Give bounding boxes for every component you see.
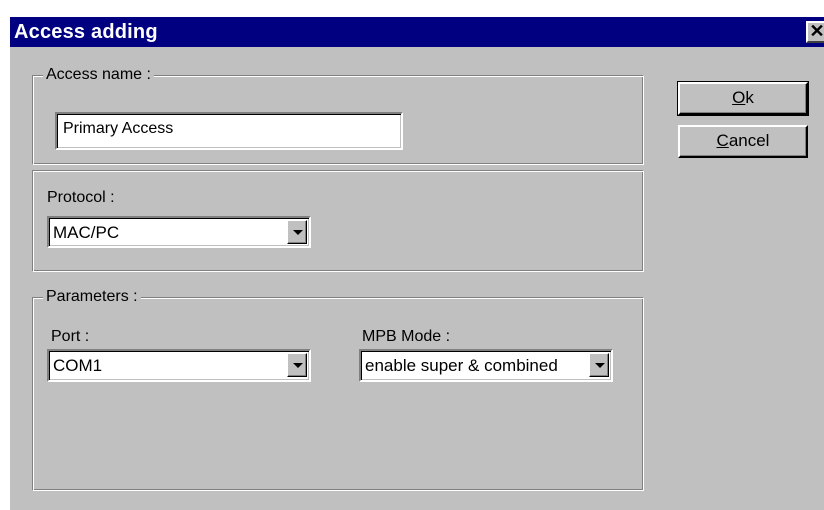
protocol-group: Protocol : MAC/PC bbox=[32, 170, 644, 272]
chevron-down-icon[interactable] bbox=[287, 220, 307, 244]
chevron-down-icon[interactable] bbox=[589, 353, 609, 377]
port-label: Port : bbox=[51, 328, 90, 345]
access-name-legend: Access name : bbox=[43, 66, 154, 84]
port-selected-value: COM1 bbox=[53, 356, 103, 375]
ok-mnemonic: O bbox=[732, 88, 746, 107]
access-name-input[interactable] bbox=[63, 117, 395, 141]
ok-button[interactable]: Ok bbox=[677, 81, 809, 116]
protocol-selected-value: MAC/PC bbox=[53, 223, 120, 242]
access-adding-dialog: Access adding ✕ Access name : Protocol :… bbox=[10, 17, 824, 510]
mpb-mode-selected-value: enable super & combined bbox=[365, 356, 558, 375]
access-name-group: Access name : bbox=[32, 66, 644, 165]
access-name-field-frame bbox=[55, 112, 403, 150]
mpb-mode-select[interactable]: enable super & combined bbox=[359, 349, 613, 382]
ok-label-rest: k bbox=[745, 88, 754, 107]
close-icon: ✕ bbox=[809, 21, 824, 41]
title-bar[interactable]: Access adding ✕ bbox=[10, 17, 824, 47]
protocol-label: Protocol : bbox=[47, 189, 115, 206]
cancel-button[interactable]: Cancel bbox=[678, 125, 808, 158]
parameters-group: Parameters : Port : COM1 MPB Mode : enab… bbox=[32, 288, 644, 491]
cancel-label-rest: ancel bbox=[728, 131, 770, 150]
chevron-down-icon[interactable] bbox=[287, 353, 307, 377]
window-title: Access adding bbox=[14, 21, 158, 43]
close-button[interactable]: ✕ bbox=[806, 21, 824, 43]
port-select[interactable]: COM1 bbox=[47, 349, 311, 382]
protocol-select[interactable]: MAC/PC bbox=[47, 216, 311, 248]
parameters-legend: Parameters : bbox=[43, 288, 141, 306]
mpb-mode-label: MPB Mode : bbox=[362, 328, 451, 345]
cancel-mnemonic: C bbox=[716, 131, 729, 150]
